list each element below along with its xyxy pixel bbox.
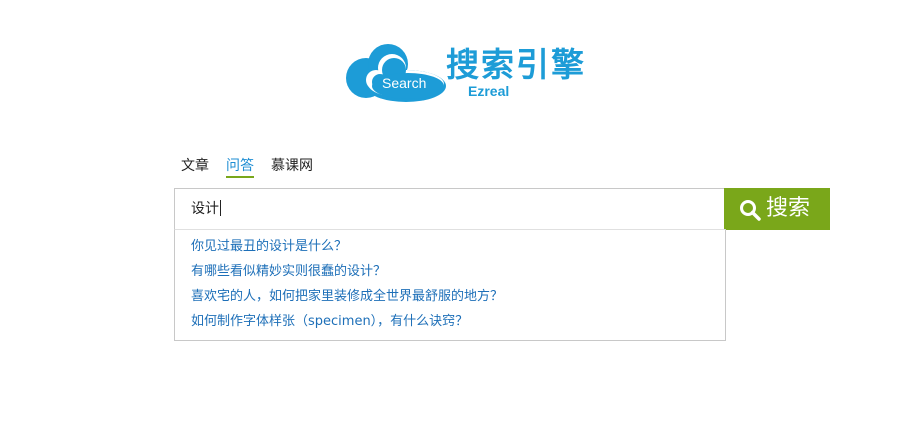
search-input-value: 设计 (191, 201, 219, 217)
search-input[interactable]: 设计 (191, 200, 221, 218)
logo: Search 搜索引擎 Ezreal (344, 44, 614, 104)
search-button-label: 搜索 (766, 196, 811, 221)
suggestion-item[interactable]: 有哪些看似精妙实则很蠢的设计？ (191, 264, 386, 280)
suggestion-item[interactable]: 喜欢宅的人，如何把家里装修成全世界最舒服的地方？ (191, 289, 503, 305)
suggestion-item[interactable]: 你见过最丑的设计是什么？ (191, 239, 347, 255)
search-box[interactable]: 设计 (174, 188, 725, 230)
suggestion-dropdown: 你见过最丑的设计是什么？ 有哪些看似精妙实则很蠢的设计？ 喜欢宅的人，如何把家里… (174, 229, 726, 341)
search-icon (740, 200, 761, 221)
suggestion-item[interactable]: 如何制作字体样张（specimen），有什么诀窍？ (191, 314, 468, 330)
text-caret (220, 200, 221, 216)
cloud-logo-icon (346, 44, 446, 102)
logo-cloud-text: Search (382, 75, 427, 91)
logo-subtitle: Ezreal (468, 83, 510, 99)
tab-imooc[interactable]: 慕课网 (271, 157, 313, 175)
logo-title: 搜索引擎 (446, 45, 586, 84)
tab-articles[interactable]: 文章 (181, 157, 209, 175)
search-button[interactable]: 搜索 (724, 188, 830, 230)
tab-questions[interactable]: 问答 (226, 157, 254, 178)
